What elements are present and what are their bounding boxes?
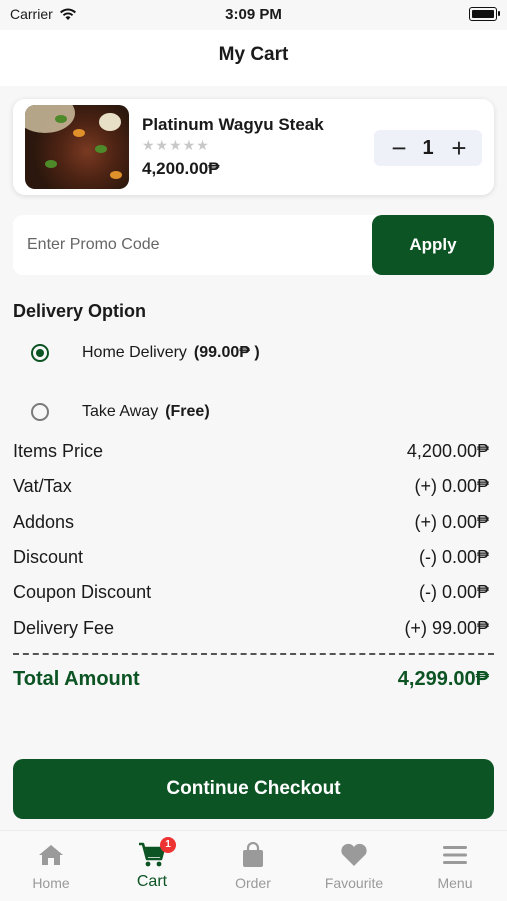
nav-label: Menu xyxy=(437,875,473,891)
cart-item-card: Platinum Wagyu Steak ★★★★★ 4,200.00₱ − 1… xyxy=(13,99,494,195)
summary-value: 4,200.00₱ xyxy=(406,441,489,461)
promo-code-input[interactable] xyxy=(13,215,372,275)
summary-value: (+) 0.00₱ xyxy=(414,476,489,496)
nav-label: Order xyxy=(235,875,271,891)
summary-label: Delivery Fee xyxy=(13,618,115,638)
summary-row-delivery-fee: Delivery Fee (+) 99.00₱ xyxy=(13,618,489,642)
increase-quantity-button[interactable]: + xyxy=(444,132,474,164)
summary-row-addons: Addons (+) 0.00₱ xyxy=(13,512,489,536)
promo-section: Apply xyxy=(13,215,494,275)
total-amount-row: Total Amount 4,299.00₱ xyxy=(13,668,489,691)
summary-value: (-) 0.00₱ xyxy=(418,582,489,602)
summary-label: Discount xyxy=(13,547,84,567)
nav-label: Cart xyxy=(136,873,168,890)
nav-label: Home xyxy=(32,875,70,891)
radio-unselected-icon[interactable] xyxy=(31,403,49,421)
delivery-option-title: Delivery Option xyxy=(13,301,147,321)
delivery-option-label: Take Away xyxy=(82,403,159,420)
menu-icon xyxy=(443,846,467,864)
nav-item-favourite[interactable]: Favourite xyxy=(304,841,404,891)
radio-selected-icon[interactable] xyxy=(31,344,49,362)
delivery-option-home[interactable]: Home Delivery (99.00₱ ) xyxy=(31,341,260,365)
apply-promo-button[interactable]: Apply xyxy=(372,215,494,275)
quantity-stepper: − 1 + xyxy=(374,130,482,166)
item-price: 4,200.00₱ xyxy=(142,159,220,178)
page-title: My Cart xyxy=(218,44,289,65)
summary-value: (+) 0.00₱ xyxy=(414,512,489,532)
rating-stars: ★★★★★ xyxy=(142,137,210,153)
summary-row-discount: Discount (-) 0.00₱ xyxy=(13,547,489,571)
battery-icon xyxy=(469,7,500,21)
delivery-option-label: Home Delivery xyxy=(82,344,187,361)
nav-item-cart[interactable]: 1 Cart xyxy=(102,837,202,891)
quantity-value: 1 xyxy=(422,137,434,159)
summary-row-items-price: Items Price 4,200.00₱ xyxy=(13,441,489,465)
nav-label: Favourite xyxy=(324,875,384,891)
home-icon xyxy=(39,845,63,865)
continue-checkout-button[interactable]: Continue Checkout xyxy=(13,759,494,819)
summary-row-coupon: Coupon Discount (-) 0.00₱ xyxy=(13,582,489,606)
item-name: Platinum Wagyu Steak xyxy=(142,115,324,134)
decrease-quantity-button[interactable]: − xyxy=(384,132,414,164)
status-bar: Carrier 3:09 PM xyxy=(0,0,507,30)
summary-label: Coupon Discount xyxy=(13,582,152,602)
nav-item-home[interactable]: Home xyxy=(1,841,101,891)
delivery-option-fee: (Free) xyxy=(165,403,210,420)
summary-label: Addons xyxy=(13,512,75,532)
summary-value: (+) 99.00₱ xyxy=(404,618,489,638)
delivery-option-fee: (99.00₱ ) xyxy=(193,344,260,361)
item-image xyxy=(25,105,129,189)
summary-value: (-) 0.00₱ xyxy=(418,547,489,567)
bag-icon xyxy=(243,842,263,867)
summary-row-vat: Vat/Tax (+) 0.00₱ xyxy=(13,476,489,500)
summary-label: Items Price xyxy=(13,441,104,461)
delivery-option-takeaway[interactable]: Take Away (Free) xyxy=(31,400,210,424)
header: My Cart xyxy=(0,30,507,86)
nav-item-menu[interactable]: Menu xyxy=(405,841,505,891)
heart-icon xyxy=(341,843,367,866)
dashed-divider xyxy=(13,653,494,655)
total-label: Total Amount xyxy=(13,668,140,690)
total-value: 4,299.00₱ xyxy=(397,668,489,690)
bottom-navigation: Home 1 Cart Order Favourite Menu xyxy=(0,830,507,901)
summary-label: Vat/Tax xyxy=(13,476,72,496)
nav-item-order[interactable]: Order xyxy=(203,841,303,891)
cart-badge: 1 xyxy=(160,837,176,853)
status-time: 3:09 PM xyxy=(225,6,282,23)
